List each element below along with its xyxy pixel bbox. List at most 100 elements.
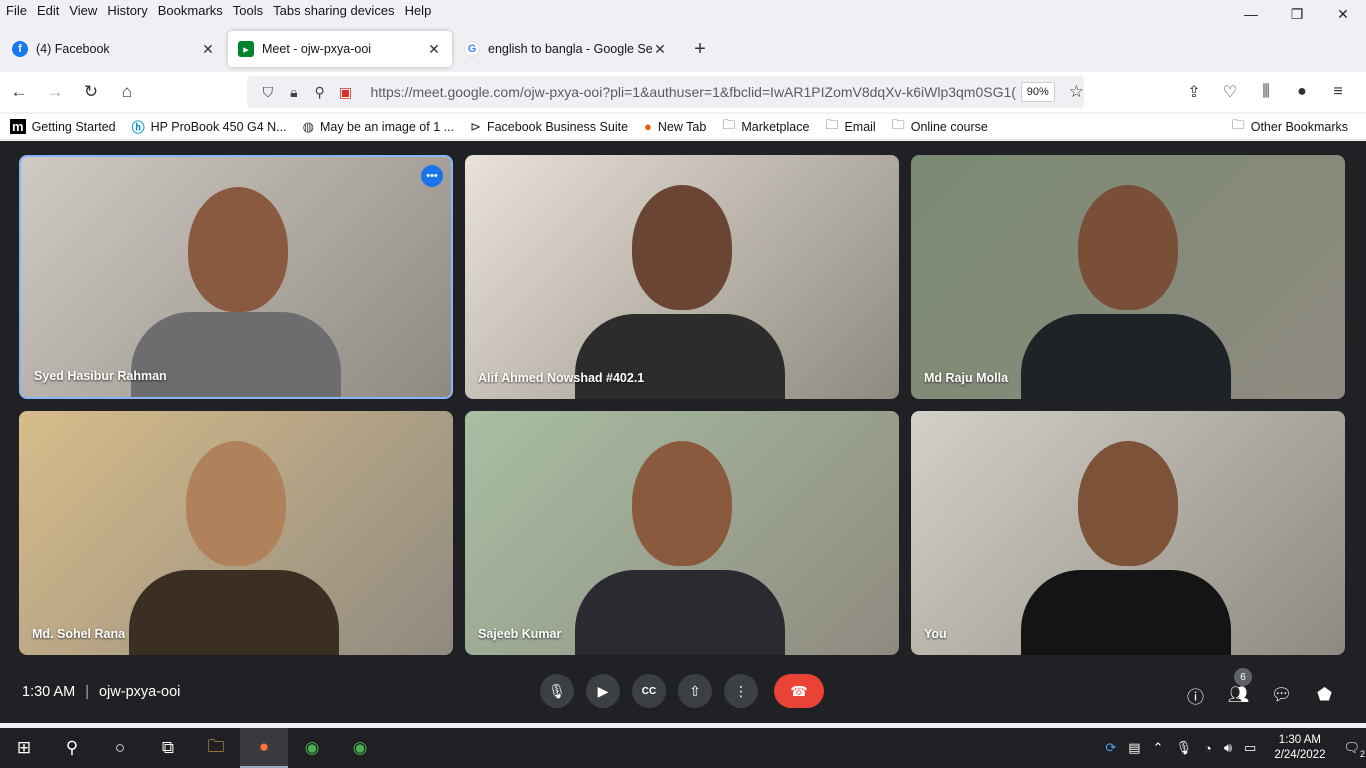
firefox-icon[interactable]: ● <box>240 728 288 768</box>
shield-icon[interactable]: ⛉ <box>255 84 281 101</box>
camera-icon[interactable]: ▶ <box>586 674 620 708</box>
restore-button[interactable]: ❐ <box>1274 0 1320 28</box>
participant-tile[interactable]: Md. Sohel Rana <box>19 411 453 655</box>
fb-suite-icon: ⊳ <box>470 118 481 134</box>
address-bar[interactable]: ⛉ 🔒︎ ⚲ ▣ https://meet.google.com/ojw-pxy… <box>247 76 1084 108</box>
bookmark-hp-probook[interactable]: ⓗ HP ProBook 450 G4 N... <box>122 117 293 136</box>
menu-view[interactable]: View <box>64 1 102 21</box>
chevron-up-icon[interactable]: ⌃ <box>1153 740 1164 756</box>
account-avatar-icon[interactable]: ● <box>1284 76 1320 108</box>
battery-icon[interactable]: ▭ <box>1244 740 1256 756</box>
meeting-details-icon[interactable]: ⓘ <box>1174 680 1217 710</box>
wifi-icon[interactable]: ◔ <box>1204 741 1212 756</box>
tab-google-search[interactable]: G english to bangla - Google Sear ✕ <box>454 31 678 67</box>
folder-icon: 🗀︎ <box>722 116 736 132</box>
more-options-icon[interactable]: ••• <box>421 165 443 187</box>
menu-history[interactable]: History <box>102 1 152 21</box>
camera-sharing-icon[interactable]: ▣ <box>333 84 359 101</box>
bookmark-marketplace[interactable]: 🗀︎ Marketplace <box>712 116 815 138</box>
chrome-icon[interactable]: ◉ <box>288 728 336 768</box>
menu-bookmarks[interactable]: Bookmarks <box>153 1 228 21</box>
chrome-icon[interactable]: ◉ <box>336 728 384 768</box>
library-icon[interactable]: ⫼ <box>1248 76 1284 108</box>
folder-icon: 🗀︎ <box>1231 117 1245 132</box>
tab-meet[interactable]: ▸ Meet - ojw-pxya-ooi ✕ <box>228 31 452 67</box>
participant-tile[interactable]: Sajeeb Kumar <box>465 411 899 655</box>
forward-icon[interactable]: → <box>38 76 72 108</box>
m-icon: m <box>10 119 26 134</box>
taskbar-clock[interactable]: 1:30 AM 2/24/2022 <box>1274 733 1325 763</box>
participant-video-face <box>632 185 732 310</box>
bookmark-facebook-business[interactable]: ⊳ Facebook Business Suite <box>460 119 634 135</box>
microphone-tray-icon[interactable]: 🎙︎ <box>1175 740 1192 756</box>
participant-count-badge: 6 <box>1234 668 1252 686</box>
tab-title: english to bangla - Google Sear <box>488 42 652 56</box>
present-screen-icon[interactable]: ⇧ <box>678 674 712 708</box>
bookmark-star-icon[interactable]: ☆ <box>1069 82 1084 102</box>
tab-facebook[interactable]: f (4) Facebook ✕ <box>2 31 226 67</box>
end-call-icon[interactable]: ☎ <box>774 674 824 708</box>
tab-title: (4) Facebook <box>36 42 110 56</box>
reload-icon[interactable]: ↻ <box>74 76 108 108</box>
permissions-icon[interactable]: ⚲ <box>307 84 333 101</box>
news-icon[interactable]: ▤ <box>1128 740 1140 756</box>
menu-file[interactable]: File <box>0 1 32 21</box>
navigation-bar: ← → ↻ ⌂ ⛉ 🔒︎ ⚲ ▣ https://meet.google.com… <box>0 72 1366 112</box>
zoom-indicator[interactable]: 90% <box>1020 82 1055 102</box>
menu-tools[interactable]: Tools <box>228 1 268 21</box>
participant-tile[interactable]: Alif Ahmed Nowshad #402.1 <box>465 155 899 399</box>
bookmark-new-tab[interactable]: ● New Tab <box>634 119 712 134</box>
close-tab-icon[interactable]: ✕ <box>426 41 442 58</box>
meeting-bottom-bar: 1:30 AM | ojw-pxya-ooi 🎙︎ ▶ CC ⇧ ⋮ ☎ ⓘ 👥… <box>0 668 1366 723</box>
notification-count: 2 <box>1359 749 1365 759</box>
participant-tile[interactable]: You <box>911 411 1345 655</box>
back-icon[interactable]: ← <box>2 76 36 108</box>
home-icon[interactable]: ⌂ <box>110 76 144 108</box>
separator: | <box>85 684 89 700</box>
new-tab-button[interactable]: + <box>684 33 716 65</box>
bookmark-getting-started[interactable]: m Getting Started <box>0 119 122 134</box>
file-explorer-icon[interactable]: 🗀︎ <box>192 728 240 768</box>
captions-icon[interactable]: CC <box>632 674 666 708</box>
microphone-icon[interactable]: 🎙︎ <box>540 674 574 708</box>
taskbar-date: 2/24/2022 <box>1274 749 1326 761</box>
folder-icon: 🗀︎ <box>891 116 905 132</box>
participant-tile[interactable]: Md Raju Molla <box>911 155 1345 399</box>
search-icon[interactable]: ⚲ <box>48 728 96 768</box>
bookmark-other[interactable]: 🗀︎ Other Bookmarks <box>1222 114 1354 140</box>
participant-video-face <box>632 441 732 566</box>
more-options-icon[interactable]: ⋮ <box>724 674 758 708</box>
task-view-icon[interactable]: ⧉ <box>144 728 192 768</box>
windows-start-icon[interactable]: ⊞ <box>0 728 48 768</box>
menu-edit[interactable]: Edit <box>32 1 64 21</box>
meet-content: ••• Syed Hasibur Rahman Alif Ahmed Nowshad… <box>0 141 1366 723</box>
bookmark-label: New Tab <box>657 119 707 134</box>
volume-icon[interactable]: 🔊︎ <box>1224 740 1232 756</box>
participant-name: Syed Hasibur Rahman <box>34 369 167 383</box>
url-text[interactable]: https://meet.google.com/ojw-pxya-ooi?pli… <box>370 84 1016 100</box>
chat-icon[interactable]: 💬︎ <box>1260 680 1303 710</box>
pocket-icon[interactable]: ♡ <box>1212 76 1248 108</box>
windows-taskbar: ⊞ ⚲ ○ ⧉ 🗀︎ ● ◉ ◉ ⟳ ▤ ⌃ 🎙︎ ◔ 🔊︎ ▭ 1:30 AM… <box>0 728 1366 768</box>
update-warning-icon[interactable]: ⟳ <box>1105 740 1116 756</box>
bookmark-online-course[interactable]: 🗀︎ Online course <box>882 116 994 138</box>
activities-icon[interactable]: ⬟ <box>1303 680 1346 710</box>
bookmark-email[interactable]: 🗀︎ Email <box>815 116 881 138</box>
people-icon[interactable]: 👥︎ 6 <box>1217 668 1260 710</box>
minimize-button[interactable]: — <box>1228 0 1274 28</box>
notifications-icon[interactable]: 🗨︎ 2 <box>1343 740 1365 759</box>
participant-video-body <box>575 314 785 399</box>
extension-icon[interactable]: ⇪ <box>1176 76 1212 108</box>
participant-video-face <box>186 441 286 566</box>
participant-tile[interactable]: ••• Syed Hasibur Rahman <box>19 155 453 399</box>
menu-help[interactable]: Help <box>400 1 437 21</box>
lock-icon[interactable]: 🔒︎ <box>281 84 307 101</box>
hamburger-menu-icon[interactable]: ≡ <box>1320 76 1356 108</box>
bookmark-label: Getting Started <box>31 119 116 134</box>
bookmark-image[interactable]: ◍ May be an image of 1 ... <box>293 119 460 135</box>
close-tab-icon[interactable]: ✕ <box>200 41 216 58</box>
menu-tabs-sharing[interactable]: Tabs sharing devices <box>268 1 399 21</box>
close-window-button[interactable]: ✕ <box>1320 0 1366 28</box>
cortana-icon[interactable]: ○ <box>96 728 144 768</box>
close-tab-icon[interactable]: ✕ <box>652 41 668 58</box>
